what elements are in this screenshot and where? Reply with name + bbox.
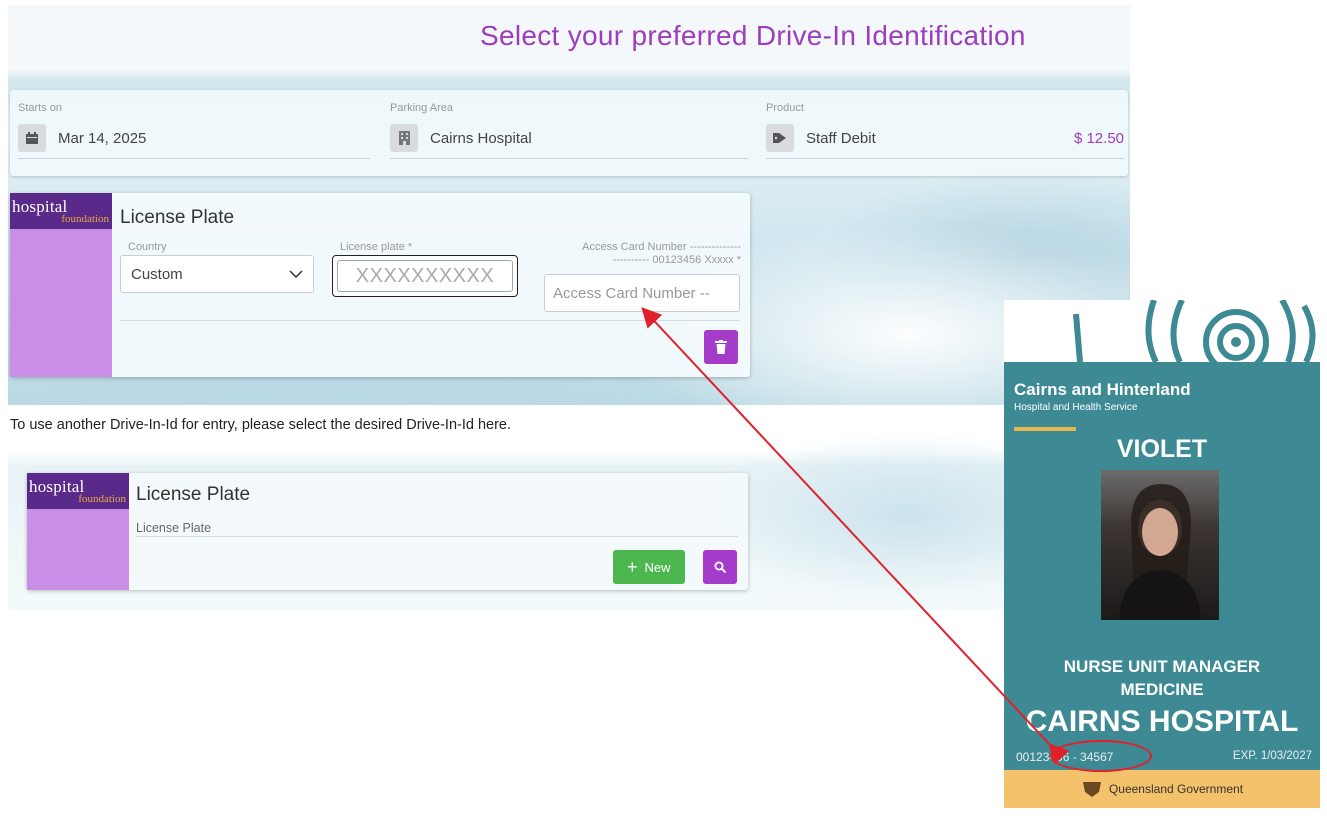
id-card-government-bar: Queensland Government <box>1004 770 1320 808</box>
access-card-label-line1: Access Card Number -------------- <box>582 241 741 253</box>
id-card-photo <box>1101 470 1219 620</box>
tag-icon <box>766 124 794 152</box>
logo-sub: foundation <box>61 213 109 225</box>
access-card-label-line2: ---------- 00123456 Xxxxx * <box>612 254 741 266</box>
id-card-expiry: EXP. 1/03/2027 <box>1232 750 1312 762</box>
id-card-top-band <box>1004 300 1320 375</box>
license-plate-sub-label: License Plate <box>136 521 212 535</box>
plus-icon: + <box>627 556 638 577</box>
starts-on-field[interactable]: Starts on Mar 14, 2025 <box>18 102 370 159</box>
staff-id-card: Cairns and Hinterland Hospital and Healt… <box>1004 300 1320 808</box>
parking-area-label: Parking Area <box>390 102 453 114</box>
search-icon <box>714 561 726 573</box>
country-select[interactable]: Custom <box>120 255 314 293</box>
card-divider <box>120 320 740 321</box>
page-title: Select your preferred Drive-In Identific… <box>480 20 1026 51</box>
id-card-org: Cairns and Hinterland <box>1014 380 1191 399</box>
trash-icon <box>715 340 727 354</box>
logo-sub-2: foundation <box>78 493 126 505</box>
logo-word-2: hospital <box>29 477 85 496</box>
access-card-placeholder: Access Card Number -- <box>553 284 710 302</box>
product-label: Product <box>766 102 804 114</box>
chevron-down-icon <box>289 266 303 283</box>
card-number-highlight <box>1050 740 1152 772</box>
license-plate-card: hospital foundation License Plate Countr… <box>10 193 750 377</box>
license-plate-placeholder: XXXXXXXXXX <box>337 260 513 292</box>
starts-on-value: Mar 14, 2025 <box>58 129 147 147</box>
card-title: License Plate <box>120 207 235 228</box>
building-icon <box>390 124 418 152</box>
product-value: Staff Debit <box>806 129 876 147</box>
crest-icon <box>1082 782 1101 797</box>
filter-bar: Starts on Mar 14, 2025 Parking Area Cair… <box>10 90 1128 176</box>
country-value: Custom <box>131 265 183 283</box>
hospital-foundation-logo: hospital foundation <box>10 193 112 377</box>
id-card-hospital: CAIRNS HOSPITAL <box>1025 705 1299 738</box>
starts-on-label: Starts on <box>18 102 63 114</box>
parking-area-value: Cairns Hospital <box>430 129 532 147</box>
delete-button[interactable] <box>704 330 738 364</box>
product-field[interactable]: Product Staff Debit $ 12.50 <box>766 102 1124 159</box>
id-card-department: MEDICINE <box>1120 680 1204 699</box>
plate-label: License plate * <box>340 241 413 253</box>
id-card-org-sub: Hospital and Health Service <box>1014 402 1138 413</box>
access-card-label: Access Card Number -------------- ------… <box>551 241 741 267</box>
parking-area-field[interactable]: Parking Area Cairns Hospital <box>390 102 748 159</box>
id-card-pattern <box>1073 300 1316 375</box>
product-price: $ 12.50 <box>1073 129 1124 147</box>
access-card-input[interactable]: Access Card Number -- <box>544 274 740 312</box>
search-button[interactable] <box>703 550 737 584</box>
drive-in-hint: To use another Drive-In-Id for entry, pl… <box>10 417 512 433</box>
id-card-accent-bar <box>1014 427 1076 431</box>
hospital-foundation-logo-2: hospital foundation <box>27 473 129 590</box>
new-button[interactable]: + New <box>613 550 685 584</box>
country-label: Country <box>128 241 167 253</box>
new-button-label: New <box>644 559 671 575</box>
license-plate-input[interactable]: XXXXXXXXXX <box>332 255 518 297</box>
id-card-role: NURSE UNIT MANAGER <box>1063 657 1261 676</box>
card-title-2: License Plate <box>136 484 251 505</box>
id-card-name: VIOLET <box>1116 435 1208 463</box>
drive-in-id-card: hospital foundation License Plate Licens… <box>27 473 748 590</box>
card-divider-2 <box>136 536 738 537</box>
calendar-icon <box>18 124 46 152</box>
logo-word: hospital <box>12 197 68 216</box>
id-card-government: Queensland Government <box>1108 782 1244 796</box>
